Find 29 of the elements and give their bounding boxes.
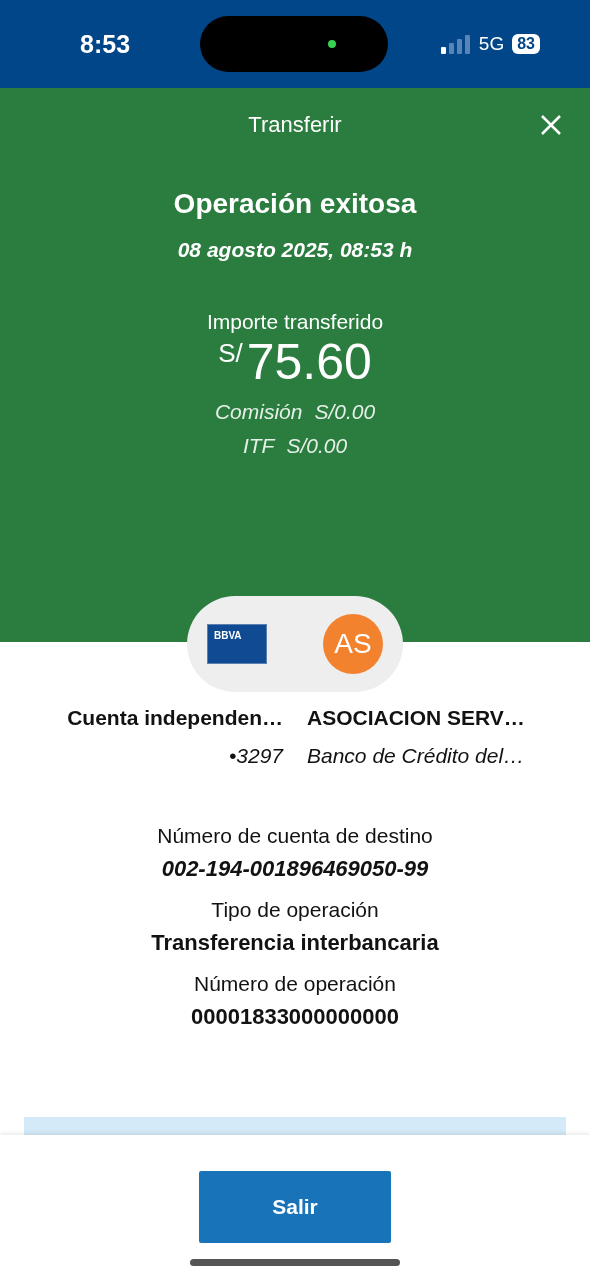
network-label: 5G: [478, 33, 505, 55]
detail-label: Tipo de operación: [211, 898, 379, 922]
avatar-initials: AS: [323, 614, 383, 674]
amount-value: 75.60: [246, 334, 372, 390]
detail-label: Número de cuenta de destino: [157, 824, 433, 848]
destination-bank: Banco de Crédito del…: [307, 744, 525, 768]
destination-name: ASOCIACION SERV…: [307, 706, 525, 730]
operation-date: 08 agosto 2025, 08:53 h: [177, 238, 413, 262]
bank-card-icon: BBVA: [207, 624, 267, 664]
detail-value: 00001833000000000: [191, 1004, 399, 1030]
detail-value: Transferencia interbancaria: [151, 930, 439, 956]
battery-level: 83: [512, 34, 540, 54]
screen-title: Transferir: [248, 112, 342, 138]
clock-time: 8:53: [80, 29, 132, 59]
fee-value: S/0.00: [314, 400, 376, 424]
fee-label: Comisión: [214, 400, 303, 424]
amount-label: Importe transferido: [206, 310, 384, 334]
currency-symbol: S/: [218, 338, 243, 369]
origin-account-number: •3297: [228, 744, 283, 768]
detail-value: 002-194-001896469050-99: [161, 856, 429, 882]
result-title: Operación exitosa: [173, 188, 417, 220]
fee-label: ITF: [242, 434, 275, 458]
indicator-dot: [328, 40, 336, 48]
fee-value: S/0.00: [286, 434, 348, 458]
detail-label: Número de operación: [194, 972, 396, 996]
origin-account-name: Cuenta independen…: [67, 706, 283, 730]
close-icon[interactable]: [540, 114, 562, 136]
exit-button[interactable]: Salir: [199, 1171, 391, 1243]
signal-icon: [440, 34, 471, 54]
